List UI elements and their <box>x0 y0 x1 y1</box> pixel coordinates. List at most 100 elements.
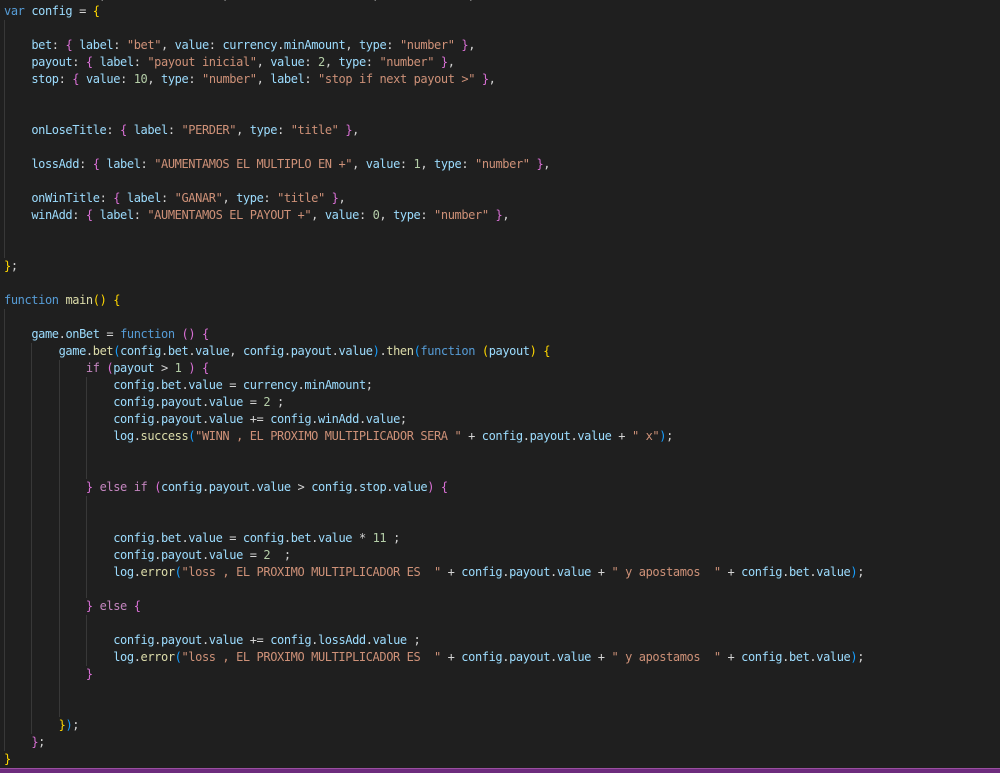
code-line[interactable] <box>4 462 1000 479</box>
code-token-op: . <box>154 548 161 562</box>
code-token-op: . <box>550 650 557 664</box>
code-line[interactable] <box>4 224 1000 241</box>
code-line[interactable]: config.payout.value = 2 ; <box>4 547 1000 564</box>
code-line[interactable]: if (payout > 1 ) { <box>4 360 1000 377</box>
code-line[interactable] <box>4 20 1000 37</box>
code-token-op: : <box>141 157 155 171</box>
code-token-op <box>93 55 100 69</box>
code-token-b1: } <box>4 752 11 766</box>
code-token-b2: ( <box>154 480 161 494</box>
code-line[interactable] <box>4 445 1000 462</box>
code-line[interactable]: } <box>4 751 1000 768</box>
code-token-b2: { <box>202 361 209 375</box>
code-token-op: : <box>120 72 134 86</box>
code-line[interactable]: config.payout.value += config.winAdd.val… <box>4 411 1000 428</box>
code-token-op: . <box>332 344 339 358</box>
code-line[interactable] <box>4 105 1000 122</box>
code-token-var: value <box>366 157 400 171</box>
code-token-op: . <box>782 565 789 579</box>
code-line[interactable]: config.bet.value = currency.minAmount; <box>4 377 1000 394</box>
indent-whitespace <box>4 208 31 222</box>
code-token-op: > <box>154 361 174 375</box>
code-token-op: : <box>161 191 175 205</box>
code-line[interactable]: } <box>4 666 1000 683</box>
code-token-num: 11 <box>373 531 387 545</box>
code-token-str: "number" <box>379 55 434 69</box>
code-token-var: onWinTitle <box>31 191 99 205</box>
code-line[interactable] <box>4 581 1000 598</box>
code-token-op: . <box>284 344 291 358</box>
code-line[interactable] <box>4 700 1000 717</box>
code-token-str: " x" <box>632 429 659 443</box>
code-token-kw: function <box>420 344 475 358</box>
code-line[interactable]: game.bet(config.bet.value, config.payout… <box>4 343 1000 360</box>
code-token-var: config <box>461 650 502 664</box>
code-token-var: value <box>557 650 591 664</box>
code-token-op: . <box>154 395 161 409</box>
code-line[interactable]: bet: { label: "bet", value: currency.min… <box>4 37 1000 54</box>
code-line[interactable] <box>4 496 1000 513</box>
code-line[interactable] <box>4 513 1000 530</box>
code-line[interactable] <box>4 683 1000 700</box>
code-token-fn: success <box>141 429 189 443</box>
code-token-var: payout <box>291 344 332 358</box>
code-line[interactable]: onLoseTitle: { label: "PERDER", type: "t… <box>4 122 1000 139</box>
code-line[interactable] <box>4 139 1000 156</box>
indent-whitespace <box>4 565 113 579</box>
code-line[interactable]: }); <box>4 717 1000 734</box>
code-token-op: , <box>257 72 271 86</box>
code-line[interactable]: config.bet.value = config.bet.value * 11… <box>4 530 1000 547</box>
code-token-var: label <box>134 123 168 137</box>
code-line[interactable] <box>4 615 1000 632</box>
code-line[interactable] <box>4 275 1000 292</box>
code-editor[interactable]: ) ) ) ) var config = { bet: { label: "be… <box>0 0 1000 768</box>
code-token-op: , <box>311 208 325 222</box>
code-line[interactable]: onWinTitle: { label: "GANAR", type: "tit… <box>4 190 1000 207</box>
code-token-var: log <box>113 650 133 664</box>
code-token-op: = <box>222 378 242 392</box>
code-line[interactable]: config.payout.value += config.lossAdd.va… <box>4 632 1000 649</box>
code-token-fn: then <box>386 344 413 358</box>
code-line[interactable] <box>4 88 1000 105</box>
code-line[interactable]: }; <box>4 734 1000 751</box>
code-line[interactable]: }; <box>4 258 1000 275</box>
code-token-var: minAmount <box>304 378 365 392</box>
code-token-var: label <box>106 157 140 171</box>
code-token-op: ; <box>857 650 864 664</box>
code-line[interactable]: var config = { <box>4 3 1000 20</box>
code-token-var: config <box>113 548 154 562</box>
code-line[interactable] <box>4 241 1000 258</box>
code-line[interactable]: log.success("WINN , EL PROXIMO MULTIPLIC… <box>4 428 1000 445</box>
code-line[interactable] <box>4 173 1000 190</box>
code-token-var: value <box>195 344 229 358</box>
code-line[interactable]: log.error("loss , EL PROXIMO MULTIPLICAD… <box>4 649 1000 666</box>
code-token-op: , <box>352 157 366 171</box>
code-token-op: . <box>134 429 141 443</box>
code-line[interactable]: } else if (config.payout.value > config.… <box>4 479 1000 496</box>
code-token-var: lossAdd <box>31 157 79 171</box>
code-line[interactable]: config.payout.value = 2 ; <box>4 394 1000 411</box>
code-token-b1: { <box>93 4 100 18</box>
code-token-op: . <box>134 650 141 664</box>
code-line[interactable]: log.error("loss , EL PROXIMO MULTIPLICAD… <box>4 564 1000 581</box>
code-line[interactable]: lossAdd: { label: "AUMENTAMOS EL MULTIPL… <box>4 156 1000 173</box>
code-line[interactable]: winAdd: { label: "AUMENTAMOS EL PAYOUT +… <box>4 207 1000 224</box>
code-line[interactable] <box>4 309 1000 326</box>
code-line[interactable]: } else { <box>4 598 1000 615</box>
code-token-b2: } <box>441 55 448 69</box>
code-token-op <box>195 361 202 375</box>
code-token-str: "payout inicial" <box>147 55 256 69</box>
code-token-op <box>325 191 332 205</box>
code-token-op: : <box>461 157 475 171</box>
code-token-var: log <box>113 429 133 443</box>
code-token-op: , <box>339 191 346 205</box>
code-line[interactable]: game.onBet = function () { <box>4 326 1000 343</box>
code-line[interactable]: function main() { <box>4 292 1000 309</box>
code-token-var: value <box>557 565 591 579</box>
code-line[interactable]: stop: { value: 10, type: "number", label… <box>4 71 1000 88</box>
code-token-var: value <box>393 480 427 494</box>
code-token-ctrl: if <box>134 480 148 494</box>
code-line[interactable]: payout: { label: "payout inicial", value… <box>4 54 1000 71</box>
code-token-op: : <box>420 208 434 222</box>
code-token-var: payout <box>509 650 550 664</box>
